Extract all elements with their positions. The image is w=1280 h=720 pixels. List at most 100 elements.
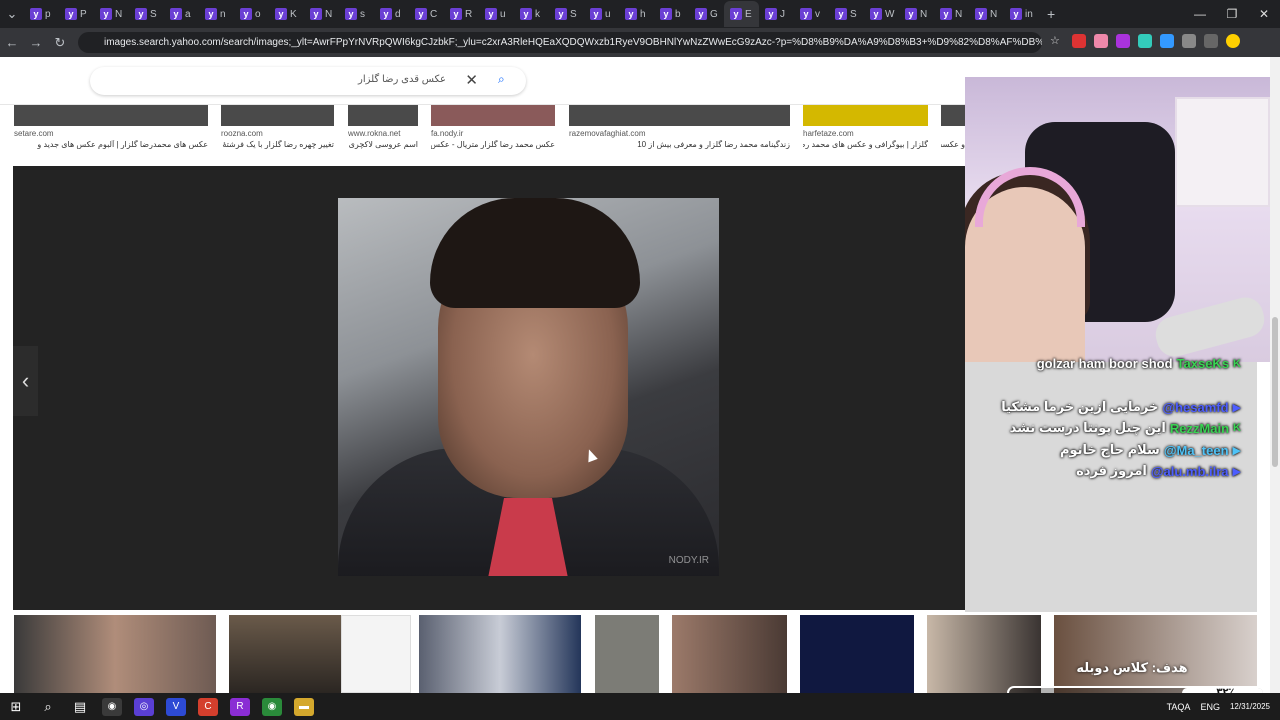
browser-tab[interactable]: yS — [829, 1, 864, 27]
browser-tab[interactable]: yu — [479, 1, 514, 27]
result-thumbnail[interactable] — [941, 105, 965, 126]
tab-favicon-icon: y — [345, 8, 357, 20]
browser-tab[interactable]: yk — [514, 1, 549, 27]
puzzle-icon[interactable] — [1182, 34, 1196, 48]
related-thumbnail[interactable] — [1054, 615, 1257, 693]
browser-tab[interactable]: yo — [234, 1, 269, 27]
toolbar: ← → ↻ images.search.yahoo.com/search/ima… — [0, 28, 1280, 57]
browser-tab[interactable]: yN — [94, 1, 129, 27]
browser-tab[interactable]: yR — [444, 1, 479, 27]
task-view-icon[interactable]: ▤ — [64, 693, 96, 720]
browser-tab[interactable]: yK — [269, 1, 304, 27]
extension-icon[interactable] — [1138, 34, 1152, 48]
result-caption[interactable]: اسم عروسی لاکچری و — [348, 140, 418, 149]
browser-tab[interactable]: yn — [199, 1, 234, 27]
extension-icon[interactable] — [1072, 34, 1086, 48]
related-thumbnail[interactable] — [672, 615, 787, 693]
app-icon[interactable]: ◉ — [102, 697, 122, 716]
clock[interactable]: 12/31/2025 — [1230, 702, 1270, 712]
result-thumbnail[interactable] — [569, 105, 790, 126]
browser-tab[interactable]: yv — [794, 1, 829, 27]
extension-icon[interactable] — [1094, 34, 1108, 48]
close-icon[interactable]: ✕ — [1248, 0, 1280, 28]
clear-icon[interactable]: ✕ — [465, 71, 478, 89]
related-thumbnail[interactable] — [595, 615, 659, 693]
tab-label: u — [605, 8, 611, 20]
result-caption[interactable]: عکس محمد رضا گلزار متریال - عکس نودی — [431, 140, 555, 149]
result-thumbnail[interactable] — [221, 105, 334, 126]
browser-tab[interactable]: yE — [724, 1, 759, 27]
result-thumbnail[interactable] — [14, 105, 208, 126]
streamer-webcam — [965, 77, 1270, 362]
tab-favicon-icon: y — [415, 8, 427, 20]
search-icon[interactable]: ⌕ — [32, 693, 64, 720]
related-thumbnail[interactable] — [419, 615, 581, 693]
app-icon[interactable]: C — [198, 697, 218, 716]
related-thumbnail[interactable] — [927, 615, 1041, 693]
search-input[interactable]: عکس قدی رضا گلزار — [358, 74, 446, 85]
browser-tab[interactable]: yG — [689, 1, 724, 27]
search-box[interactable]: عکس قدی رضا گلزار ✕ ⌕ — [90, 67, 526, 95]
result-thumbnail-selected[interactable] — [431, 105, 555, 126]
browser-tab[interactable]: yb — [654, 1, 689, 27]
browser-tab[interactable]: yd — [374, 1, 409, 27]
youtube-icon: ▶ — [1232, 444, 1241, 457]
browser-tab[interactable]: yN — [899, 1, 934, 27]
browser-tab[interactable]: y in — [1004, 1, 1039, 27]
tab-label: a — [185, 8, 191, 20]
back-icon[interactable]: ← — [0, 35, 24, 50]
file-explorer-icon[interactable]: ▬ — [294, 697, 314, 716]
result-caption[interactable]: عکس های محمدرضا گلزار | آلبوم عکس های جد… — [14, 140, 208, 149]
app-icon[interactable]: R — [230, 697, 250, 716]
language-indicator[interactable]: ENG — [1200, 702, 1220, 712]
result-caption[interactable]: گلزار | بیوگرافی و عکس های محمد رضا — [803, 140, 928, 149]
tab-list-icon[interactable] — [1204, 34, 1218, 48]
browser-tab[interactable]: yS — [129, 1, 164, 27]
related-thumbnail[interactable] — [341, 615, 411, 693]
chat-username: @alu.mb.ilra — [1150, 463, 1229, 479]
new-tab-icon[interactable]: + — [1047, 6, 1055, 22]
extension-icon[interactable] — [1116, 34, 1130, 48]
browser-tab[interactable]: yp — [24, 1, 59, 27]
browser-tab[interactable]: yP — [59, 1, 94, 27]
related-thumbnail[interactable] — [14, 615, 216, 693]
browser-tab[interactable]: yN — [969, 1, 1004, 27]
result-thumbnail[interactable] — [348, 105, 418, 126]
page-scrollbar[interactable] — [1270, 57, 1280, 693]
browser-tab[interactable]: ys — [339, 1, 374, 27]
browser-tab[interactable]: yN — [304, 1, 339, 27]
browser-tab[interactable]: yS — [549, 1, 584, 27]
tab-search-icon[interactable]: ⌄ — [0, 6, 24, 22]
extension-icon[interactable] — [1160, 34, 1174, 48]
browser-tab[interactable]: yN — [934, 1, 969, 27]
bookmark-star-icon[interactable]: ☆ — [1050, 34, 1064, 48]
browser-tab[interactable]: yJ — [759, 1, 794, 27]
minimize-icon[interactable]: — — [1184, 0, 1216, 28]
app-icon[interactable]: V — [166, 697, 186, 716]
browser-tab[interactable]: yu — [584, 1, 619, 27]
main-image[interactable]: NODY.IR — [338, 198, 719, 576]
result-thumbnail[interactable] — [803, 105, 928, 126]
search-icon[interactable]: ⌕ — [498, 72, 518, 90]
browser-tab[interactable]: yh — [619, 1, 654, 27]
browser-tab[interactable]: ya — [164, 1, 199, 27]
prev-image-button[interactable]: ‹ — [13, 346, 38, 416]
discord-icon[interactable]: ◎ — [134, 697, 154, 716]
reload-icon[interactable]: ↻ — [48, 35, 72, 51]
related-thumbnail[interactable] — [229, 615, 341, 693]
address-bar[interactable]: images.search.yahoo.com/search/images;_y… — [78, 32, 1042, 53]
scrollbar-thumb[interactable] — [1272, 317, 1278, 467]
browser-tab[interactable]: yC — [409, 1, 444, 27]
windows-start-icon[interactable]: ⊞ — [0, 693, 32, 720]
avatar[interactable] — [1226, 34, 1240, 48]
result-caption[interactable]: زندگینامه محمد رضا گلزار و معرفی بیش از … — [569, 140, 790, 149]
forward-icon[interactable]: → — [24, 35, 48, 50]
result-caption[interactable]: و عکسش — [941, 140, 965, 149]
tab-label: J — [780, 8, 785, 20]
maximize-icon[interactable]: ❐ — [1216, 0, 1248, 28]
result-caption[interactable]: تغییر چهره رضا گلزار با یک فرشتهٔ — [221, 140, 334, 149]
tab-favicon-icon: y — [800, 8, 812, 20]
browser-tab[interactable]: yW — [864, 1, 899, 27]
related-thumbnail[interactable] — [800, 615, 914, 693]
chrome-icon[interactable]: ◉ — [262, 697, 282, 716]
